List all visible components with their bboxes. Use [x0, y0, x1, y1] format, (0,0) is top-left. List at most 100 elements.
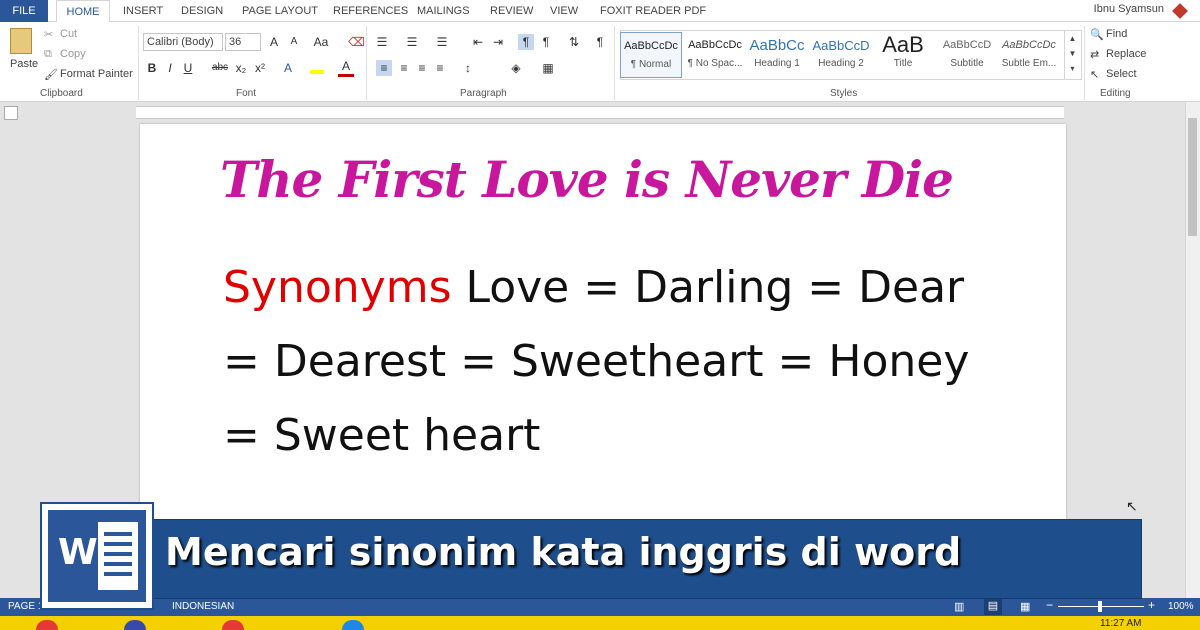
zoom-slider-thumb[interactable] [1098, 601, 1102, 612]
sort-icon[interactable]: ⇅ [566, 34, 582, 50]
editing-group-label: Editing [1100, 88, 1131, 99]
font-group-label: Font [236, 88, 257, 99]
select-icon: ↖ [1090, 69, 1100, 81]
align-right-icon[interactable]: ≡ [414, 60, 430, 76]
print-layout-icon[interactable]: ▤ [984, 599, 1002, 615]
copy-button[interactable]: Copy [60, 48, 86, 60]
user-name[interactable]: Ibnu Syamsun [1094, 3, 1164, 15]
mouse-cursor-icon: ↖ [1126, 498, 1138, 514]
underline-button[interactable]: U [180, 60, 196, 76]
style-sample: AaBbCcDc [688, 39, 742, 51]
align-left-icon[interactable]: ≡ [376, 60, 392, 76]
ribbon-separator [1084, 26, 1085, 100]
zoom-in-button[interactable]: + [1148, 598, 1155, 612]
scrollbar-thumb[interactable] [1188, 118, 1197, 236]
style-subtle-emphasis[interactable]: AaBbCcDc Subtle Em... [998, 32, 1060, 78]
clipboard-group-label: Clipboard [40, 88, 83, 99]
style-no-spacing[interactable]: AaBbCcDc ¶ No Spac... [684, 32, 746, 78]
word-logo-icon: W [40, 502, 154, 610]
find-icon: 🔍 [1090, 29, 1104, 41]
ribbon-separator [138, 26, 139, 100]
find-button[interactable]: Find [1106, 28, 1127, 40]
tab-file[interactable]: FILE [0, 0, 48, 22]
copy-icon: ⧉ [44, 48, 52, 60]
scissors-icon: ✂ [44, 29, 54, 41]
style-subtitle[interactable]: AaBbCcD Subtitle [936, 32, 998, 78]
superscript-button[interactable]: x² [252, 60, 268, 76]
tab-foxit-reader-pdf[interactable]: FOXIT READER PDF [600, 0, 706, 22]
style-title[interactable]: AaB Title [872, 32, 934, 78]
replace-button[interactable]: Replace [1106, 48, 1146, 60]
style-heading-2[interactable]: AaBbCcD Heading 2 [810, 32, 872, 78]
text-effects-icon[interactable]: A [280, 60, 296, 76]
web-layout-icon[interactable]: ▦ [1020, 600, 1030, 613]
horizontal-ruler[interactable] [136, 106, 1064, 119]
line-1-text: Love = Darling = Dear [451, 262, 965, 313]
document-line-2: = Dearest = Sweetheart = Honey [223, 336, 970, 387]
decrease-indent-icon[interactable]: ⇤ [470, 34, 486, 50]
tab-home[interactable]: HOME [56, 0, 110, 23]
increase-indent-icon[interactable]: ⇥ [490, 34, 506, 50]
strikethrough-button[interactable]: abc [210, 60, 230, 76]
tab-design[interactable]: DESIGN [181, 0, 223, 22]
justify-icon[interactable]: ≡ [432, 60, 448, 76]
shading-icon[interactable]: ◈ [508, 60, 524, 76]
borders-icon[interactable]: ▦ [540, 60, 556, 76]
font-color-icon[interactable]: A [338, 58, 354, 77]
page-indicator[interactable]: PAGE 1 [8, 601, 43, 612]
clear-formatting-icon[interactable]: ⌫ [348, 34, 365, 50]
style-sample: AaBbCcD [942, 39, 992, 51]
tab-view[interactable]: VIEW [550, 0, 578, 22]
font-size-select[interactable]: 36 [225, 33, 261, 51]
style-name: ¶ Normal [630, 59, 672, 70]
multilevel-list-icon[interactable]: ☰ [434, 34, 450, 50]
bold-button[interactable]: B [144, 60, 160, 76]
style-heading-1[interactable]: AaBbCc Heading 1 [746, 32, 808, 78]
format-painter-button[interactable]: Format Painter [60, 68, 133, 80]
tab-references[interactable]: REFERENCES [333, 0, 408, 22]
tab-mailings[interactable]: MAILINGS [417, 0, 470, 22]
bullets-icon[interactable]: ☰ [374, 34, 390, 50]
document-title: The First Love is Never Die [220, 150, 954, 209]
numbering-icon[interactable]: ☰ [404, 34, 420, 50]
style-sample: AaBbCcDc [1002, 39, 1056, 51]
tab-review[interactable]: REVIEW [490, 0, 533, 22]
align-center-icon[interactable]: ≡ [396, 60, 412, 76]
style-name: Heading 1 [754, 58, 800, 69]
language-indicator[interactable]: INDONESIAN [172, 601, 234, 612]
replace-icon: ⇄ [1090, 49, 1100, 61]
ltr-icon[interactable]: ¶ [518, 34, 534, 50]
font-family-select[interactable]: Calibri (Body) [143, 33, 223, 51]
tab-page-layout[interactable]: PAGE LAYOUT [242, 0, 318, 22]
read-mode-icon[interactable]: ▥ [954, 600, 964, 613]
paste-icon[interactable] [10, 28, 32, 54]
word-logo-letter: W [58, 532, 98, 573]
font-family-value: Calibri (Body) [147, 36, 214, 48]
line-spacing-icon[interactable]: ↕ [460, 60, 476, 76]
style-name: Subtle Em... [1001, 58, 1057, 69]
rtl-icon[interactable]: ¶ [538, 34, 554, 50]
italic-button[interactable]: I [162, 60, 178, 76]
style-name: ¶ No Spac... [687, 58, 743, 69]
zoom-level[interactable]: 100% [1168, 601, 1194, 612]
paste-button[interactable]: Paste [10, 58, 38, 70]
document-line-3: = Sweet heart [223, 410, 541, 461]
subscript-button[interactable]: x₂ [233, 60, 249, 76]
tab-selector[interactable] [4, 106, 18, 120]
grow-font-button[interactable]: A [266, 34, 282, 50]
style-sample: AaBbCc [749, 36, 805, 54]
shrink-font-button[interactable]: A [286, 34, 302, 50]
taskbar-clock[interactable]: 11:27 AM [1100, 618, 1142, 629]
cut-button[interactable]: Cut [60, 28, 77, 40]
change-case-button[interactable]: Aa [310, 34, 332, 50]
caption-text: Mencari sinonim kata inggris di word [165, 530, 962, 574]
tab-insert[interactable]: INSERT [123, 0, 163, 22]
style-sample: AaBbCcDc [624, 40, 678, 52]
highlight-color-icon[interactable] [310, 60, 324, 74]
zoom-out-button[interactable]: − [1046, 598, 1053, 612]
word-logo-lines [104, 532, 132, 536]
style-normal[interactable]: AaBbCcDc ¶ Normal [620, 32, 682, 78]
select-button[interactable]: Select [1106, 68, 1137, 80]
styles-scroll-icon[interactable]: ▲ ▼ ▾ [1064, 31, 1080, 79]
show-marks-button[interactable]: ¶ [592, 34, 608, 50]
